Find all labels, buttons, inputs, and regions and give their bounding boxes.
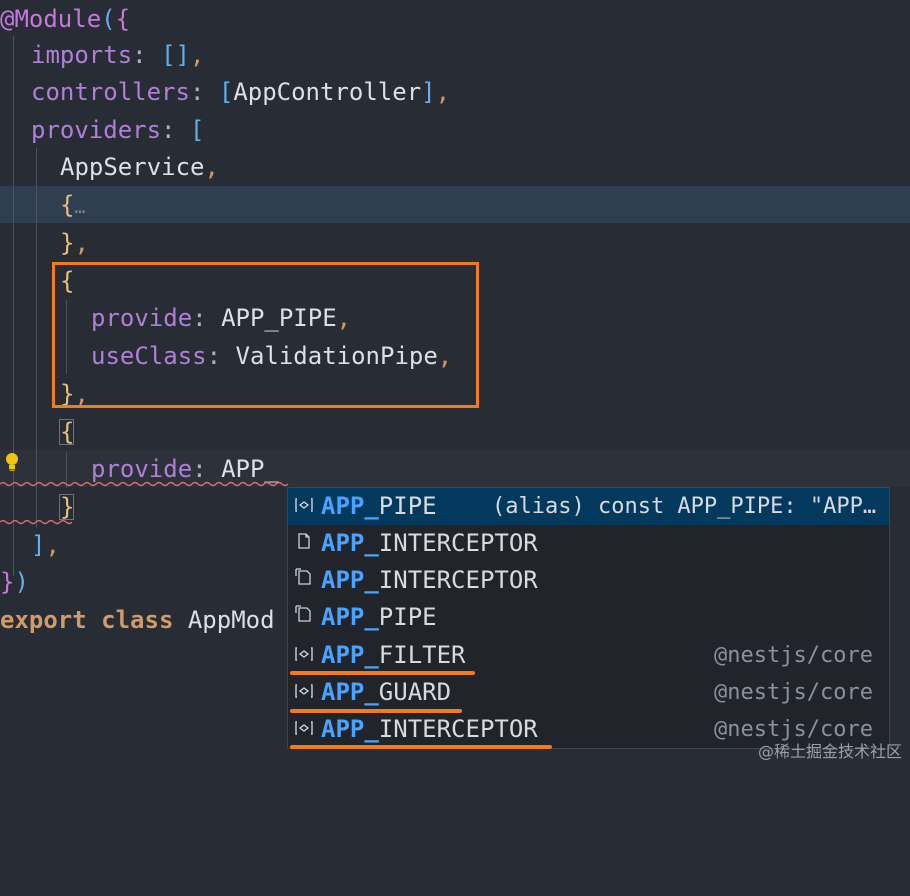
snippet-icon <box>292 562 316 599</box>
variable-icon <box>292 711 316 748</box>
lightbulb-icon[interactable] <box>4 452 20 477</box>
code-line-17: export class AppMod <box>0 606 275 634</box>
folded-line-highlight <box>0 186 910 223</box>
suggestion-item[interactable]: APP_GUARD @nestjs/core <box>288 674 889 711</box>
fold-ellipsis[interactable]: … <box>74 197 85 218</box>
suggestion-item[interactable]: APP_PIPE <box>288 599 889 636</box>
watermark: @稀土掘金技术社区 <box>757 742 902 761</box>
suggestion-item[interactable]: APP_INTERCEPTOR <box>288 525 889 562</box>
variable-icon <box>292 488 316 525</box>
annotation-underline <box>290 745 552 749</box>
snippet-icon <box>292 599 316 636</box>
code-line-1: @Module({ <box>0 5 131 33</box>
code-line-7: }, <box>60 229 89 257</box>
bracket-match-box <box>59 419 74 445</box>
code-line-15: ], <box>31 531 60 559</box>
annotation-underline <box>290 709 462 713</box>
code-line-3: controllers: [AppController], <box>31 78 451 106</box>
code-line-16: }) <box>0 568 29 596</box>
variable-icon <box>292 674 316 711</box>
file-icon <box>292 525 316 562</box>
indent-guide <box>13 36 14 576</box>
suggestion-item[interactable]: APP_FILTER @nestjs/core <box>288 637 889 674</box>
annotation-box <box>52 262 479 408</box>
error-squiggle <box>0 519 73 525</box>
code-line-5: AppService, <box>60 153 219 181</box>
error-squiggle <box>0 481 289 487</box>
bracket-match-box <box>59 494 74 520</box>
code-line-4: providers: [ <box>31 116 205 144</box>
suggestion-item[interactable]: APP_PIPE (alias) const APP_PIPE: "APP… <box>288 488 889 525</box>
suggestion-item[interactable]: APP_INTERCEPTOR <box>288 562 889 599</box>
variable-icon <box>292 637 316 674</box>
code-line-folded[interactable]: {… <box>60 186 85 224</box>
annotation-underline <box>290 671 475 675</box>
code-line-2: imports: [], <box>31 41 205 69</box>
indent-guide <box>36 148 37 528</box>
